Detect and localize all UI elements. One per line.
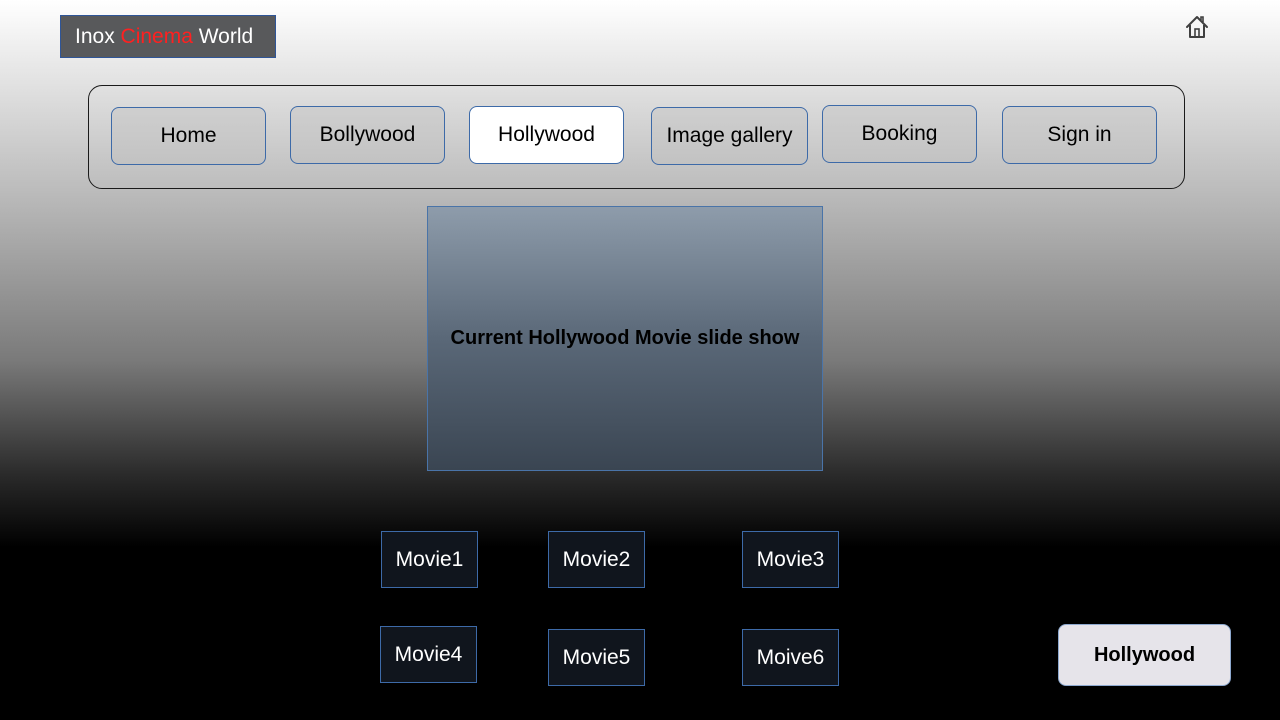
movie-tile-6[interactable]: Moive6 bbox=[742, 629, 839, 686]
logo-text-cinema: Cinema bbox=[120, 24, 193, 48]
movie-tile-3[interactable]: Movie3 bbox=[742, 531, 839, 588]
main-nav-bar: Home Bollywood Hollywood Image gallery B… bbox=[88, 85, 1185, 189]
slideshow-caption: Current Hollywood Movie slide show bbox=[450, 327, 800, 349]
logo-text-world: World bbox=[192, 24, 254, 48]
movie-tile-5[interactable]: Movie5 bbox=[548, 629, 645, 686]
movie-tile-1[interactable]: Movie1 bbox=[381, 531, 478, 588]
nav-image-gallery-button[interactable]: Image gallery bbox=[651, 107, 808, 165]
nav-bollywood-button[interactable]: Bollywood bbox=[290, 106, 445, 164]
movie-slideshow[interactable]: Current Hollywood Movie slide show bbox=[427, 206, 823, 471]
hollywood-category-button[interactable]: Hollywood bbox=[1058, 624, 1231, 686]
nav-home-button[interactable]: Home bbox=[111, 107, 266, 165]
logo-text-inox: Inox bbox=[75, 24, 121, 48]
home-icon[interactable] bbox=[1184, 14, 1210, 40]
site-logo[interactable]: Inox Cinema World bbox=[60, 15, 276, 58]
movie-tile-2[interactable]: Movie2 bbox=[548, 531, 645, 588]
nav-sign-in-button[interactable]: Sign in bbox=[1002, 106, 1157, 164]
movie-tile-4[interactable]: Movie4 bbox=[380, 626, 477, 683]
nav-hollywood-button[interactable]: Hollywood bbox=[469, 106, 624, 164]
nav-booking-button[interactable]: Booking bbox=[822, 105, 977, 163]
